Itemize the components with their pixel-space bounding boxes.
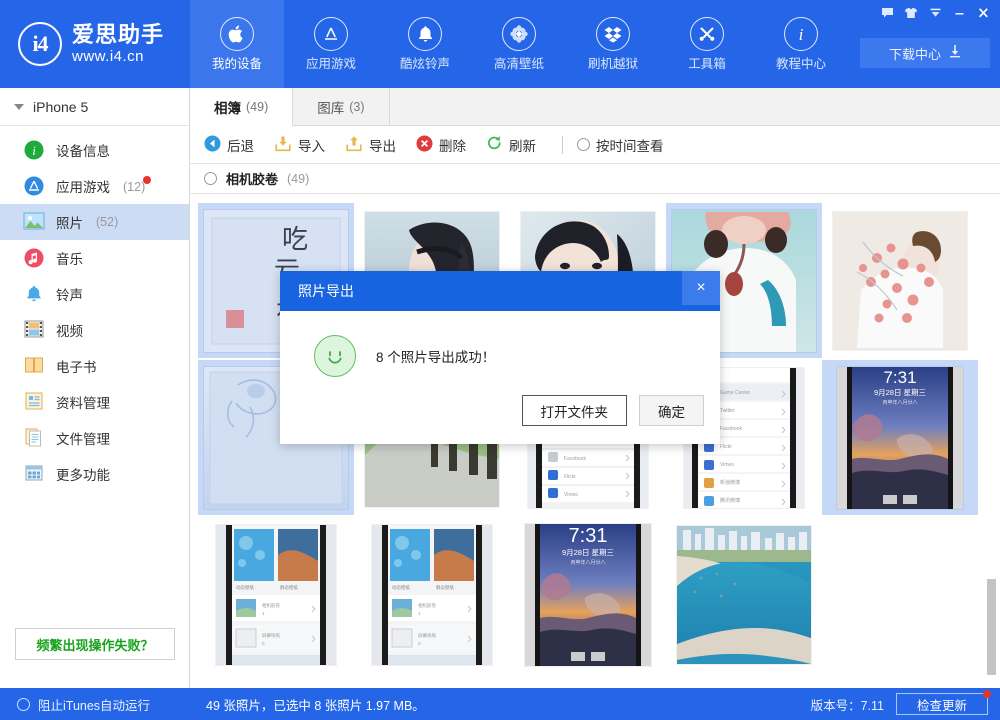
dialog-title: 照片导出 [280,271,720,311]
dialog-body: 8 个照片导出成功！ [280,311,720,377]
open-folder-button[interactable]: 打开文件夹 [522,395,628,426]
dialog-message: 8 个照片导出成功！ [376,346,495,366]
smiley-success-icon [314,335,356,377]
dialog-actions: 打开文件夹 确定 [522,395,705,426]
modal-overlay: 照片导出 × 8 个照片导出成功！ 打开文件夹 确定 [0,0,1000,720]
export-result-dialog: 照片导出 × 8 个照片导出成功！ 打开文件夹 确定 [280,271,720,444]
confirm-button[interactable]: 确定 [639,395,704,426]
close-icon[interactable]: × [682,271,720,305]
app-window: i4 爱思助手 www.i4.cn 我的设备 应用游戏 [0,0,1000,720]
